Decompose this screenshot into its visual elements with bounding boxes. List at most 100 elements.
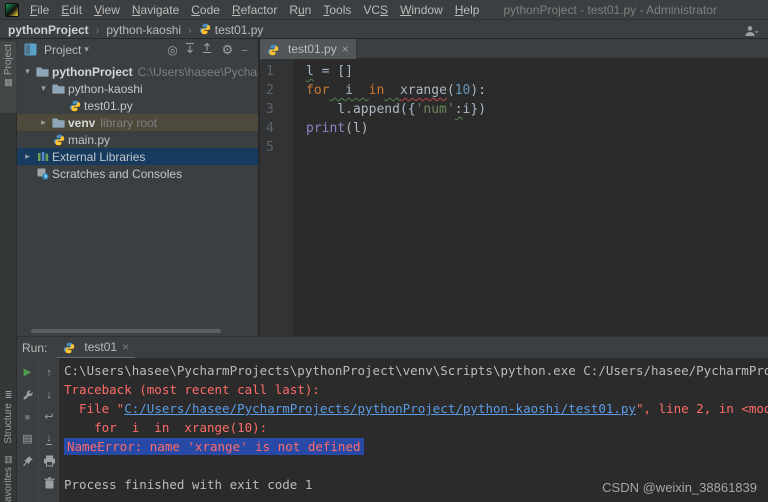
code-editor[interactable]: l = []for i in xrange(10): l.append({'nu…: [293, 59, 768, 336]
code-token: i: [329, 83, 368, 98]
favorites-tool-icon: ▥: [4, 455, 13, 464]
line-number-gutter: 12345: [260, 59, 293, 336]
locate-icon[interactable]: ◎: [164, 42, 181, 58]
code-token: for: [306, 83, 329, 98]
up-stacktrace-icon[interactable]: ↑: [39, 362, 59, 384]
close-icon[interactable]: ×: [122, 340, 129, 354]
code-token: ):: [470, 83, 486, 98]
project-panel-title[interactable]: Project: [44, 43, 81, 57]
tree-item-label: python-kaoshi: [68, 82, 143, 96]
soft-wrap-icon[interactable]: ↩: [39, 406, 59, 428]
tree-item-pythonproject[interactable]: ▾ pythonProject C:\Users\hasee\PycharmProj…: [17, 63, 258, 80]
python-file-icon: [267, 44, 279, 56]
line-number: 1: [266, 62, 293, 81]
chevron-right-icon[interactable]: ▸: [21, 151, 34, 162]
python-icon: [66, 100, 83, 112]
console-text: Process finished with exit code 1: [64, 477, 312, 492]
folder-icon: [34, 66, 51, 77]
scroll-to-end-icon[interactable]: ↓: [39, 428, 59, 450]
tree-item-label: pythonProject: [52, 65, 133, 79]
tool-button-favorites[interactable]: ▥ Favorites: [0, 452, 17, 502]
console-line: NameError: name 'xrange' is not defined: [64, 437, 768, 456]
breadcrumb: pythonProject › python-kaoshi › test01.py: [0, 20, 768, 39]
code-token: :: [455, 102, 463, 117]
menu-code[interactable]: Code: [185, 3, 226, 17]
menu-help[interactable]: Help: [449, 3, 486, 17]
code-line: for i in xrange(10):: [306, 81, 768, 100]
folder-icon: [50, 83, 67, 94]
window-title: pythonProject - test01.py - Administrato…: [503, 3, 716, 17]
pin-icon[interactable]: [17, 450, 38, 472]
tree-item-scratches-and-consoles[interactable]: Scratches and Consoles: [17, 165, 258, 182]
menu-navigate[interactable]: Navigate: [126, 3, 185, 17]
run-icon[interactable]: ▶: [17, 362, 38, 384]
print-icon[interactable]: [39, 450, 59, 472]
menu-file[interactable]: File: [24, 3, 55, 17]
stop-icon[interactable]: ■: [17, 406, 38, 428]
console-text: Traceback (most recent call last):: [64, 382, 320, 397]
chevron-down-icon[interactable]: ▾: [37, 83, 50, 94]
menu-tools[interactable]: Tools: [317, 3, 357, 17]
run-configuration-user-icon[interactable]: [743, 23, 760, 39]
menu-vcs[interactable]: VCS: [357, 3, 394, 17]
tool-button-structure[interactable]: ≣ Structure: [0, 388, 17, 450]
expand-all-icon[interactable]: [181, 40, 198, 56]
collapse-all-icon[interactable]: [198, 40, 215, 56]
code-line: print(l): [306, 119, 768, 138]
settings-wrench-icon[interactable]: [17, 384, 38, 406]
chevron-down-icon[interactable]: ▾: [84, 44, 89, 55]
tool-button-project[interactable]: Project ▦: [0, 41, 17, 113]
menu-view[interactable]: View: [88, 3, 126, 17]
editor-tab-bar: test01.py ×: [260, 39, 768, 59]
code-token: 10: [455, 83, 471, 98]
tree-item-main-py[interactable]: main.py: [17, 131, 258, 148]
clear-all-icon[interactable]: [39, 472, 59, 494]
menu-edit[interactable]: Edit: [55, 3, 88, 17]
csdn-watermark: CSDN @weixin_38861839: [602, 480, 757, 495]
code-token: xrange: [400, 83, 447, 98]
menu-run[interactable]: Run: [283, 3, 317, 17]
run-panel-header: Run: test01 ×: [17, 336, 768, 358]
breadcrumb-item[interactable]: test01.py: [215, 23, 264, 37]
chevron-down-icon[interactable]: ▾: [21, 66, 34, 77]
code-token: 'num': [416, 102, 455, 117]
breadcrumb-separator: ›: [96, 25, 100, 37]
tree-item-python-kaoshi[interactable]: ▾ python-kaoshi: [17, 80, 258, 97]
run-toolbar-primary: ▶ ■▤: [17, 358, 38, 502]
code-line: [306, 138, 768, 157]
tree-item-test01-py[interactable]: test01.py: [17, 97, 258, 114]
settings-icon[interactable]: ⚙: [219, 41, 236, 57]
editor-area: test01.py × 12345 l = []for i in xrange(…: [260, 39, 768, 336]
code-token: i}): [463, 102, 486, 117]
breadcrumb-separator: ›: [188, 25, 192, 37]
chevron-right-icon[interactable]: ▸: [37, 117, 50, 128]
menu-refactor[interactable]: Refactor: [226, 3, 283, 17]
console-text: for i in xrange(10):: [64, 420, 267, 435]
restore-layout-icon[interactable]: ▤: [17, 428, 38, 450]
console-text: C:\Users\hasee\PycharmProjects\pythonPro…: [64, 363, 768, 378]
horizontal-scrollbar[interactable]: [31, 329, 221, 333]
breadcrumb-item[interactable]: pythonProject: [8, 23, 89, 37]
code-token: = []: [314, 64, 353, 79]
tree-item-suffix: library root: [100, 116, 157, 130]
code-token: (l): [345, 121, 368, 136]
tree-item-suffix: C:\Users\hasee\PycharmProjects\pyt: [138, 65, 258, 79]
run-tab-label: test01: [84, 340, 117, 354]
tree-item-venv[interactable]: ▸ venv library root: [17, 114, 258, 131]
hide-icon[interactable]: −: [236, 43, 253, 59]
breadcrumb-item[interactable]: python-kaoshi: [106, 23, 181, 37]
console-file-link[interactable]: C:/Users/hasee/PycharmProjects/pythonPro…: [124, 401, 636, 416]
down-stacktrace-icon[interactable]: ↓: [39, 384, 59, 406]
line-number: 4: [266, 119, 293, 138]
close-icon[interactable]: ×: [342, 44, 349, 54]
menu-bar: FileEditViewNavigateCodeRefactorRunTools…: [0, 0, 768, 20]
tree-item-external-libraries[interactable]: ▸External Libraries: [17, 148, 258, 165]
console-text: File ": [64, 401, 124, 416]
tree-item-label: test01.py: [84, 99, 133, 113]
tree-item-label: venv: [68, 116, 95, 130]
library-icon: [34, 151, 51, 163]
editor-tab-test01[interactable]: test01.py ×: [260, 39, 357, 59]
menu-window[interactable]: Window: [394, 3, 449, 17]
code-token: in: [369, 83, 385, 98]
run-tab-test01[interactable]: test01 ×: [57, 337, 135, 359]
